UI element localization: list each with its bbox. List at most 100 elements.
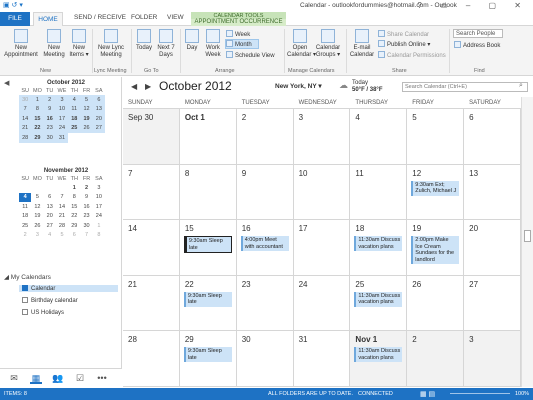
checkbox[interactable] <box>22 309 28 315</box>
mini-day[interactable]: 2 <box>80 183 92 193</box>
checkbox[interactable] <box>22 285 28 291</box>
mini-day[interactable]: 8 <box>93 231 105 241</box>
mini-day[interactable]: 17 <box>55 114 69 124</box>
mini-day[interactable]: 27 <box>44 221 56 231</box>
mini-day[interactable]: 12 <box>31 202 43 212</box>
day-cell[interactable]: 2 <box>236 109 294 165</box>
next-7-days-button[interactable]: Next 7 Days <box>155 29 177 59</box>
day-cell[interactable]: 30 <box>236 331 294 387</box>
mini-day[interactable]: 4 <box>19 192 32 202</box>
mini-day[interactable]: 16 <box>43 114 56 124</box>
appointment[interactable]: 9:30am Sleep late <box>183 347 232 363</box>
day-cell[interactable]: 6 <box>464 109 521 165</box>
mini-day[interactable]: 22 <box>31 123 44 133</box>
day-cell[interactable]: 26 <box>407 275 465 332</box>
mini-day[interactable]: 2 <box>43 95 56 105</box>
mini-day[interactable]: 6 <box>92 95 105 105</box>
email-calendar-button[interactable]: E-mail Calendar <box>349 29 375 59</box>
mini-day[interactable]: 11 <box>68 104 81 114</box>
day-cell[interactable]: 3 <box>293 109 351 165</box>
search-calendar-input[interactable]: Search Calendar (Ctrl+E) <box>402 82 528 92</box>
day-cell[interactable]: 27 <box>464 275 521 332</box>
appointment[interactable]: 11:30am Discuss vacation plans <box>354 347 403 363</box>
zoom-slider[interactable] <box>450 393 510 394</box>
mini-day[interactable]: 17 <box>93 202 105 212</box>
my-calendars-header[interactable]: ◢ My Calendars <box>4 273 51 281</box>
mini-day[interactable]: 28 <box>19 133 32 143</box>
mail-icon[interactable]: ✉ <box>8 373 20 384</box>
day-cell[interactable]: 4 <box>350 109 408 165</box>
day-cell[interactable]: 9 <box>236 164 294 221</box>
day-cell[interactable]: 2 <box>407 331 465 387</box>
prev-month-icon[interactable]: ◀ <box>131 82 137 91</box>
mini-day[interactable]: 23 <box>43 123 56 133</box>
day-cell[interactable]: 19 2:00pm Make Ice Cream Sundaes for the … <box>407 220 465 276</box>
mini-day[interactable]: 19 <box>80 114 93 124</box>
day-cell[interactable]: 31 <box>293 331 351 387</box>
mini-day[interactable]: 27 <box>92 123 105 133</box>
mini-day[interactable]: 15 <box>68 202 80 212</box>
mini-day[interactable]: 12 <box>80 104 93 114</box>
mini-day[interactable]: 10 <box>93 193 105 203</box>
mini-day[interactable]: 1 <box>93 221 105 231</box>
mini-day[interactable]: 1 <box>68 183 80 193</box>
mini-day[interactable]: 19 <box>31 212 43 222</box>
tab-send-receive[interactable]: SEND / RECEIVE <box>74 14 126 21</box>
mini-day[interactable]: 8 <box>68 193 80 203</box>
day-cell[interactable]: 3 <box>464 331 521 387</box>
mini-prev-icon[interactable]: ◀ <box>4 79 9 87</box>
month-view-button[interactable]: Month <box>226 40 252 48</box>
next-month-icon[interactable]: ▶ <box>145 82 151 91</box>
mini-day[interactable]: 3 <box>31 231 43 241</box>
mini-day[interactable]: 25 <box>68 123 81 133</box>
day-cell[interactable]: 13 <box>464 164 521 221</box>
calendar-item-birthday[interactable]: Birthday calendar <box>22 297 78 304</box>
appointment[interactable]: 11:30am Discuss vacation plans <box>354 291 403 307</box>
day-cell[interactable]: 28 <box>123 331 180 387</box>
mini-day[interactable]: 30 <box>19 95 32 105</box>
appointment[interactable]: 9:30am Sleep late <box>183 291 232 307</box>
mini-day[interactable]: 2 <box>19 231 31 241</box>
mini-day[interactable]: 24 <box>93 212 105 222</box>
checkbox[interactable] <box>22 297 28 303</box>
mini-day[interactable]: 7 <box>56 193 68 203</box>
mini-day[interactable]: 5 <box>56 231 68 241</box>
mini-day[interactable]: 21 <box>56 212 68 222</box>
mini-day[interactable]: 9 <box>43 104 56 114</box>
mini-day[interactable]: 8 <box>31 104 44 114</box>
mini-day[interactable]: 25 <box>19 221 31 231</box>
day-cell[interactable]: 16 4:00pm Meet with accountant <box>236 220 294 276</box>
day-cell[interactable]: 18 11:30am Discuss vacation plans <box>350 220 408 276</box>
tab-home[interactable]: HOME <box>33 12 63 26</box>
mini-day[interactable]: 21 <box>19 123 32 133</box>
share-calendar-button[interactable]: Share Calendar <box>378 30 429 38</box>
mini-day[interactable]: 14 <box>56 202 68 212</box>
mini-day[interactable]: 18 <box>68 114 81 124</box>
mini-day[interactable]: 13 <box>92 104 105 114</box>
mini-day[interactable]: 3 <box>93 183 105 193</box>
day-cell[interactable]: 29 9:30am Sleep late <box>179 331 237 387</box>
view-icons[interactable]: ▦ ▤ <box>420 390 435 398</box>
appointment[interactable]: 9:30am Ext; Zulich, Michael J <box>411 180 460 196</box>
appointment[interactable]: 11:30am Discuss vacation plans <box>354 236 403 252</box>
new-items-button[interactable]: New Items ▾ <box>68 29 90 59</box>
open-calendar-button[interactable]: Open Calendar ▾ <box>287 29 316 59</box>
day-cell[interactable]: Oct 1 <box>179 109 237 165</box>
mini-day[interactable]: 29 <box>68 221 80 231</box>
address-book-button[interactable]: Address Book <box>454 41 500 49</box>
day-cell[interactable]: 15 9:30am Sleep late <box>179 220 237 276</box>
mini-day[interactable]: 6 <box>68 231 80 241</box>
day-cell[interactable]: 8 <box>179 164 237 221</box>
calendar-permissions-button[interactable]: Calendar Permissions <box>378 51 446 59</box>
mini-day[interactable]: 20 <box>92 114 105 124</box>
day-cell[interactable]: Nov 1 11:30am Discuss vacation plans <box>350 331 408 387</box>
day-cell[interactable]: 11 <box>350 164 408 221</box>
weather-city-dropdown[interactable]: New York, NY ▾ <box>275 82 322 90</box>
new-lync-meeting-button[interactable]: New Lync Meeting <box>94 29 128 59</box>
mini-day[interactable]: 14 <box>19 114 32 124</box>
appointment[interactable]: 4:00pm Meet with accountant <box>240 236 289 252</box>
mini-day[interactable]: 24 <box>55 123 69 133</box>
mini-day[interactable]: 11 <box>19 202 31 212</box>
mini-day[interactable]: 20 <box>44 212 56 222</box>
mini-day[interactable]: 4 <box>68 95 81 105</box>
